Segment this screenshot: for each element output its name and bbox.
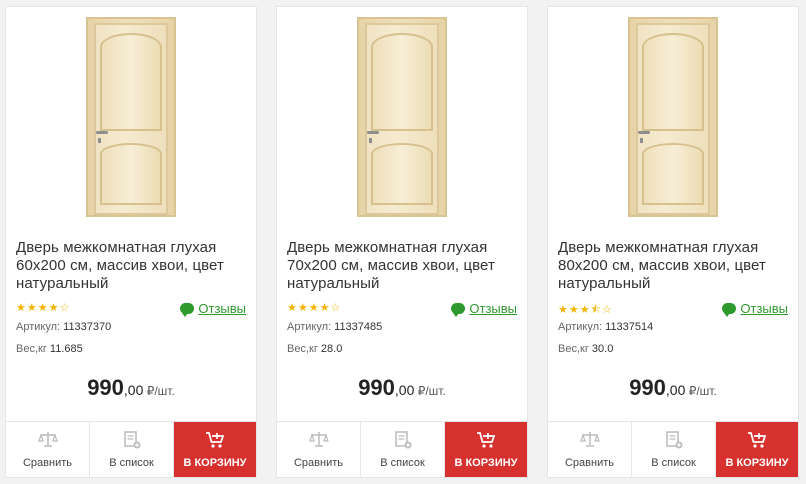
- article-row: Артикул: 11337514: [558, 321, 653, 333]
- product-card: Дверь межкомнатная глухая 80x200 см, мас…: [547, 6, 799, 478]
- add-to-list-button[interactable]: В список: [632, 422, 716, 477]
- product-title-line: Дверь межкомнатная глухая: [558, 239, 759, 256]
- article-label: Артикул:: [16, 321, 61, 333]
- cart-icon: [748, 432, 767, 448]
- price-main: 990: [629, 375, 666, 400]
- weight-label: Вес,кг: [558, 343, 589, 355]
- reviews-link[interactable]: Отзывы: [451, 301, 517, 317]
- weight-value: 30.0: [591, 343, 614, 355]
- reviews-link[interactable]: Отзывы: [722, 301, 788, 317]
- article-value: 11337485: [334, 321, 383, 333]
- price: 990,00 ₽/шт.: [6, 375, 256, 401]
- reviews-label: Отзывы: [469, 301, 517, 316]
- add-to-list-button[interactable]: В список: [361, 422, 445, 477]
- compare-label: Сравнить: [293, 457, 343, 469]
- scale-icon: [579, 432, 600, 447]
- product-title-line: натуральный: [16, 275, 109, 292]
- product-image[interactable]: [277, 17, 527, 227]
- add-to-cart-button[interactable]: В КОРЗИНУ: [716, 422, 798, 477]
- weight-row: Вес,кг 11.685: [16, 343, 83, 355]
- rating-row: ★★★★☆ Отзывы: [287, 301, 517, 317]
- product-image[interactable]: [6, 17, 256, 227]
- add-to-cart-label: В КОРЗИНУ: [183, 457, 247, 469]
- article-row: Артикул: 11337370: [16, 321, 111, 333]
- add-to-list-label: В список: [651, 457, 696, 469]
- product-title[interactable]: Дверь межкомнатная глухая 70x200 см, мас…: [287, 239, 517, 293]
- product-title-line: натуральный: [287, 275, 380, 292]
- product-title[interactable]: Дверь межкомнатная глухая 60x200 см, мас…: [16, 239, 246, 293]
- card-actions: Сравнить В список В КОРЗИНУ: [277, 421, 527, 477]
- card-actions: Сравнить В список В КОРЗИНУ: [6, 421, 256, 477]
- add-to-list-button[interactable]: В список: [90, 422, 174, 477]
- scale-icon: [308, 432, 329, 447]
- rating-stars: ★★★⯪☆: [558, 304, 613, 316]
- article-label: Артикул:: [558, 321, 603, 333]
- add-to-list-icon: [123, 431, 140, 449]
- price-cents: ,00: [123, 382, 144, 398]
- add-to-cart-label: В КОРЗИНУ: [725, 457, 789, 469]
- product-image[interactable]: [548, 17, 798, 227]
- reviews-label: Отзывы: [740, 301, 788, 316]
- card-actions: Сравнить В список В КОРЗИНУ: [548, 421, 798, 477]
- rating-stars: ★★★★☆: [16, 302, 71, 314]
- weight-value: 11.685: [49, 343, 83, 355]
- cart-icon: [206, 432, 225, 448]
- price-unit: ₽/шт.: [143, 384, 175, 398]
- weight-label: Вес,кг: [16, 343, 47, 355]
- compare-button[interactable]: Сравнить: [6, 422, 90, 477]
- product-title-line: 70x200 см, массив хвои, цвет: [287, 257, 495, 274]
- price-main: 990: [87, 375, 124, 400]
- chat-bubble-icon: [180, 303, 195, 317]
- article-row: Артикул: 11337485: [287, 321, 382, 333]
- product-title-line: натуральный: [558, 275, 651, 292]
- reviews-link[interactable]: Отзывы: [180, 301, 246, 317]
- chat-bubble-icon: [722, 303, 737, 317]
- product-title-line: Дверь межкомнатная глухая: [287, 239, 488, 256]
- cart-icon: [477, 432, 496, 448]
- weight-label: Вес,кг: [287, 343, 318, 355]
- product-title-line: Дверь межкомнатная глухая: [16, 239, 217, 256]
- rating-row: ★★★★☆ Отзывы: [16, 301, 246, 317]
- price-unit: ₽/шт.: [414, 384, 446, 398]
- product-title-line: 80x200 см, массив хвои, цвет: [558, 257, 766, 274]
- reviews-label: Отзывы: [198, 301, 246, 316]
- add-to-cart-label: В КОРЗИНУ: [454, 457, 518, 469]
- price-cents: ,00: [665, 382, 686, 398]
- article-value: 11337514: [605, 321, 654, 333]
- product-title-line: 60x200 см, массив хвои, цвет: [16, 257, 224, 274]
- price-main: 990: [358, 375, 395, 400]
- rating-stars: ★★★★☆: [287, 302, 342, 314]
- add-to-list-icon: [394, 431, 411, 449]
- door-image: [628, 17, 718, 217]
- compare-label: Сравнить: [564, 457, 614, 469]
- door-image: [357, 17, 447, 217]
- add-to-list-label: В список: [380, 457, 425, 469]
- add-to-cart-button[interactable]: В КОРЗИНУ: [445, 422, 527, 477]
- rating-row: ★★★⯪☆ Отзывы: [558, 301, 788, 317]
- product-card: Дверь межкомнатная глухая 60x200 см, мас…: [5, 6, 257, 478]
- weight-row: Вес,кг 30.0: [558, 343, 613, 355]
- product-card: Дверь межкомнатная глухая 70x200 см, мас…: [276, 6, 528, 478]
- weight-value: 28.0: [320, 343, 343, 355]
- compare-button[interactable]: Сравнить: [548, 422, 632, 477]
- compare-label: Сравнить: [22, 457, 72, 469]
- weight-row: Вес,кг 28.0: [287, 343, 342, 355]
- article-label: Артикул:: [287, 321, 332, 333]
- price-cents: ,00: [394, 382, 415, 398]
- article-value: 11337370: [63, 321, 112, 333]
- add-to-cart-button[interactable]: В КОРЗИНУ: [174, 422, 256, 477]
- add-to-list-label: В список: [109, 457, 154, 469]
- product-title[interactable]: Дверь межкомнатная глухая 80x200 см, мас…: [558, 239, 788, 293]
- add-to-list-icon: [665, 431, 682, 449]
- chat-bubble-icon: [451, 303, 466, 317]
- price: 990,00 ₽/шт.: [277, 375, 527, 401]
- scale-icon: [37, 432, 58, 447]
- compare-button[interactable]: Сравнить: [277, 422, 361, 477]
- door-image: [86, 17, 176, 217]
- price: 990,00 ₽/шт.: [548, 375, 798, 401]
- price-unit: ₽/шт.: [685, 384, 717, 398]
